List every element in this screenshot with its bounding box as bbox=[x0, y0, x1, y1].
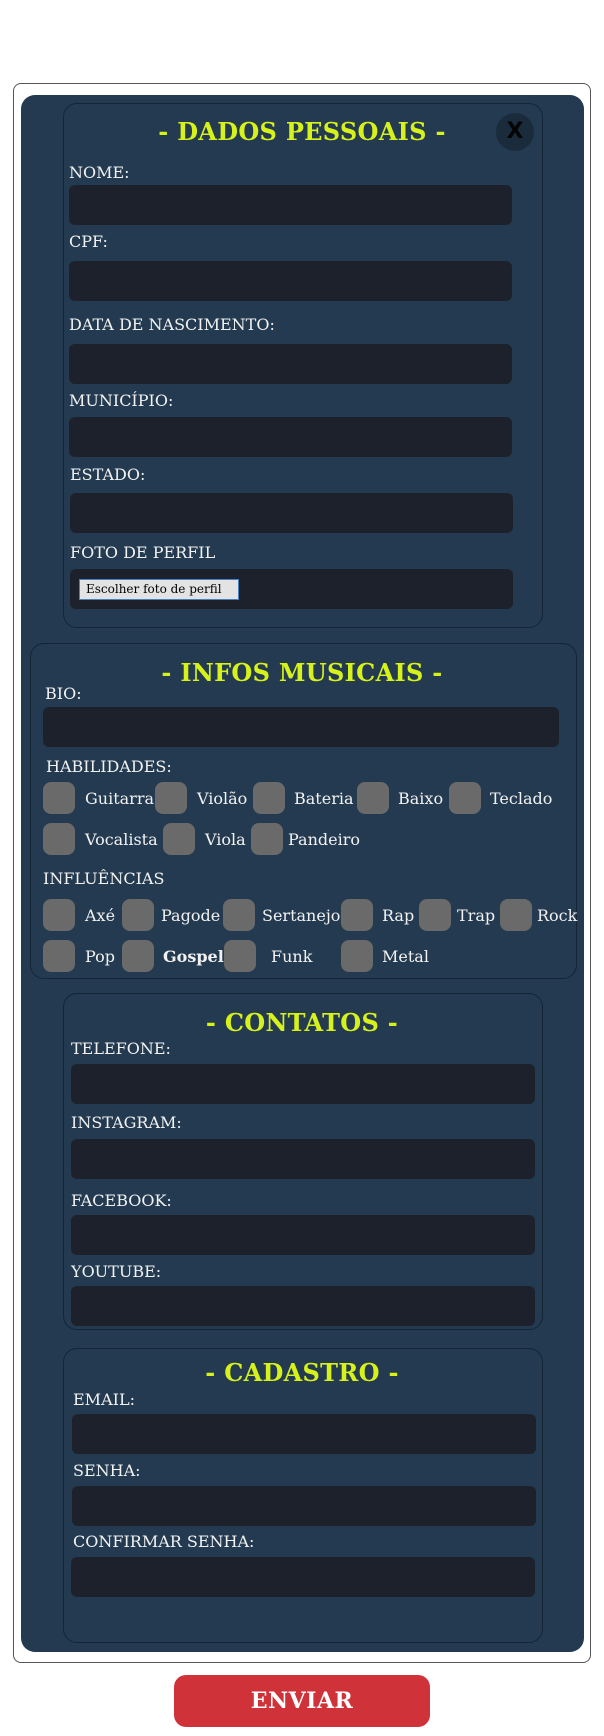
checkbox-label-baixo: Baixo bbox=[398, 789, 444, 808]
infos-musicais-title: - INFOS MUSICAIS - bbox=[161, 658, 443, 687]
checkbox-pop[interactable] bbox=[43, 940, 75, 972]
close-button[interactable]: X bbox=[496, 113, 534, 151]
influencias-label: INFLUÊNCIAS bbox=[43, 869, 165, 888]
nascimento-input[interactable] bbox=[69, 344, 512, 384]
checkbox-label-rock: Rock bbox=[537, 906, 578, 925]
enviar-button[interactable]: ENVIAR bbox=[174, 1675, 430, 1727]
infos-musicais-card bbox=[30, 643, 577, 979]
foto-perfil-label: FOTO DE PERFIL bbox=[70, 543, 216, 562]
checkbox-metal[interactable] bbox=[341, 940, 373, 972]
email-input[interactable] bbox=[72, 1414, 536, 1454]
contatos-title: - CONTATOS - bbox=[205, 1008, 399, 1037]
checkbox-pandeiro[interactable] bbox=[251, 823, 283, 855]
checkbox-gospel[interactable] bbox=[122, 940, 154, 972]
checkbox-label-sertanejo: Sertanejo bbox=[262, 906, 341, 925]
confirmar-senha-label: CONFIRMAR SENHA: bbox=[73, 1532, 255, 1551]
municipio-input[interactable] bbox=[69, 417, 512, 457]
checkbox-label-trap: Trap bbox=[457, 906, 496, 925]
bio-input[interactable] bbox=[43, 707, 559, 747]
instagram-label: INSTAGRAM: bbox=[71, 1113, 182, 1132]
email-label: EMAIL: bbox=[73, 1390, 135, 1409]
checkbox-label-bateria: Bateria bbox=[294, 789, 354, 808]
checkbox-funk[interactable] bbox=[224, 940, 256, 972]
checkbox-label-funk: Funk bbox=[271, 947, 313, 966]
nome-label: NOME: bbox=[69, 163, 130, 182]
checkbox-bateria[interactable] bbox=[253, 782, 285, 814]
checkbox-label-teclado: Teclado bbox=[490, 789, 553, 808]
foto-perfil-file-button[interactable]: Escolher foto de perfil bbox=[79, 579, 239, 600]
checkbox-guitarra[interactable] bbox=[43, 782, 75, 814]
youtube-label: YOUTUBE: bbox=[71, 1262, 162, 1281]
checkbox-violao[interactable] bbox=[155, 782, 187, 814]
confirmar-senha-input[interactable] bbox=[71, 1557, 535, 1597]
estado-input[interactable] bbox=[70, 493, 513, 533]
senha-input[interactable] bbox=[72, 1486, 536, 1526]
checkbox-rap[interactable] bbox=[341, 899, 373, 931]
senha-label: SENHA: bbox=[73, 1461, 141, 1480]
bio-label: BIO: bbox=[45, 684, 82, 703]
checkbox-label-guitarra: Guitarra bbox=[85, 789, 155, 808]
facebook-input[interactable] bbox=[71, 1215, 535, 1255]
cpf-label: CPF: bbox=[69, 232, 108, 251]
checkbox-label-pop: Pop bbox=[85, 947, 115, 966]
checkbox-vocalista[interactable] bbox=[43, 823, 75, 855]
checkbox-viola[interactable] bbox=[163, 823, 195, 855]
estado-label: ESTADO: bbox=[70, 465, 146, 484]
checkbox-label-pagode: Pagode bbox=[161, 906, 221, 925]
checkbox-label-rap: Rap bbox=[382, 906, 415, 925]
nascimento-label: DATA DE NASCIMENTO: bbox=[69, 315, 275, 334]
checkbox-teclado[interactable] bbox=[449, 782, 481, 814]
checkbox-label-vocalista: Vocalista bbox=[85, 830, 158, 849]
telefone-input[interactable] bbox=[71, 1064, 535, 1104]
nome-input[interactable] bbox=[69, 185, 512, 225]
instagram-input[interactable] bbox=[71, 1139, 535, 1179]
habilidades-label: HABILIDADES: bbox=[46, 757, 172, 776]
cpf-input[interactable] bbox=[69, 261, 512, 301]
checkbox-sertanejo[interactable] bbox=[223, 899, 255, 931]
youtube-input[interactable] bbox=[71, 1286, 535, 1326]
checkbox-label-pandeiro: Pandeiro bbox=[288, 830, 360, 849]
checkbox-label-viola: Viola bbox=[205, 830, 246, 849]
checkbox-label-metal: Metal bbox=[382, 947, 429, 966]
checkbox-label-gospel: Gospel bbox=[163, 947, 224, 966]
checkbox-trap[interactable] bbox=[419, 899, 451, 931]
checkbox-baixo[interactable] bbox=[357, 782, 389, 814]
telefone-label: TELEFONE: bbox=[71, 1039, 171, 1058]
municipio-label: MUNICÍPIO: bbox=[69, 391, 174, 410]
checkbox-label-violao: Violão bbox=[197, 789, 248, 808]
checkbox-label-axe: Axé bbox=[85, 906, 116, 925]
cadastro-title: - CADASTRO - bbox=[205, 1358, 399, 1387]
checkbox-pagode[interactable] bbox=[122, 899, 154, 931]
checkbox-axe[interactable] bbox=[43, 899, 75, 931]
checkbox-rock[interactable] bbox=[500, 899, 532, 931]
facebook-label: FACEBOOK: bbox=[71, 1191, 172, 1210]
